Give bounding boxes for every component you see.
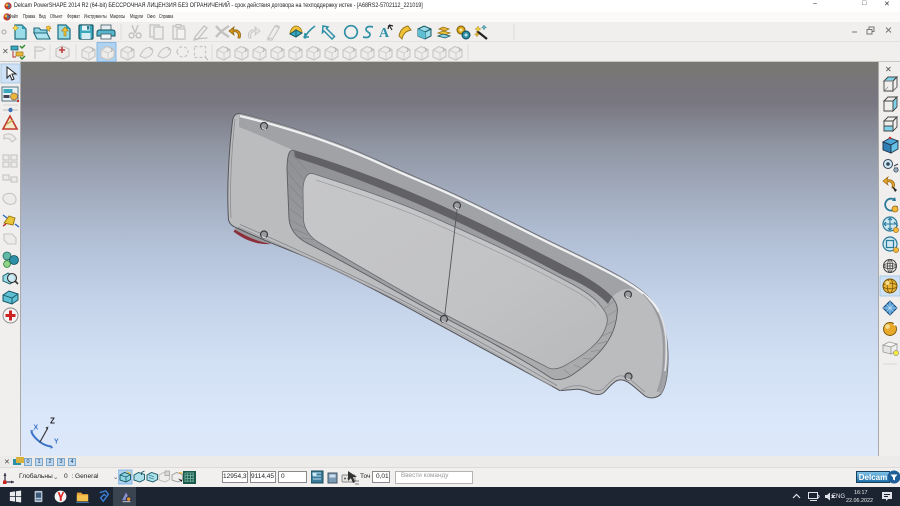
svg-text:Z: Z	[50, 417, 55, 426]
svg-text:✕: ✕	[885, 65, 892, 74]
svg-text:X: X	[34, 425, 39, 432]
svg-text:Y: Y	[54, 439, 59, 446]
svg-text:✕: ✕	[2, 47, 9, 56]
